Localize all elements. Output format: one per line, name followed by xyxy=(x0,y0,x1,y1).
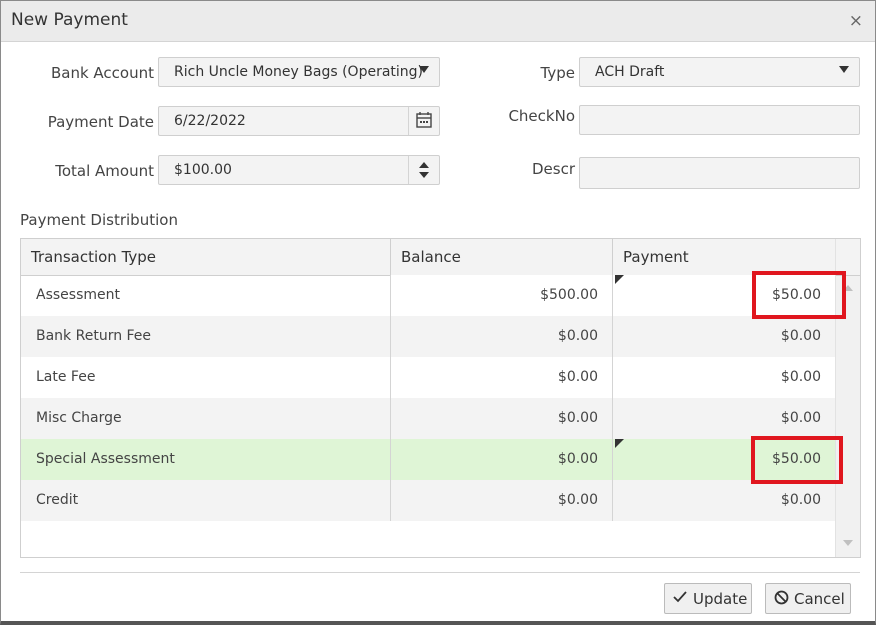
new-payment-dialog: New Payment × Bank Account Rich Uncle Mo… xyxy=(0,0,876,625)
transaction-type-cell: Assessment xyxy=(21,275,391,316)
checkno-label: CheckNo xyxy=(508,107,575,125)
transaction-type-cell: Late Fee xyxy=(21,357,391,398)
scroll-down-icon[interactable] xyxy=(843,540,853,546)
dirty-flag-icon xyxy=(615,439,624,448)
table-row[interactable]: Credit $0.00 $0.00 xyxy=(21,480,835,521)
payment-distribution-grid: Transaction Type Balance Payment Assessm… xyxy=(20,238,861,558)
annotation-highlight-box xyxy=(752,271,846,319)
descr-input[interactable] xyxy=(579,157,860,189)
table-row[interactable]: Bank Return Fee $0.00 $0.00 xyxy=(21,316,835,357)
transaction-type-cell: Credit xyxy=(21,480,391,521)
table-row[interactable]: Late Fee $0.00 $0.00 xyxy=(21,357,835,398)
bank-account-value: Rich Uncle Money Bags (Operating) xyxy=(174,64,424,80)
column-header-balance[interactable]: Balance xyxy=(391,239,613,275)
total-amount-input[interactable]: $100.00 xyxy=(158,155,440,185)
transaction-type-cell: Bank Return Fee xyxy=(21,316,391,357)
cancel-button-label: Cancel xyxy=(794,590,845,608)
balance-cell: $0.00 xyxy=(391,398,613,439)
update-button[interactable]: Update xyxy=(664,583,752,614)
transaction-type-cell: Misc Charge xyxy=(21,398,391,439)
column-header-payment[interactable]: Payment xyxy=(613,239,835,275)
payment-date-input[interactable]: 6/22/2022 xyxy=(158,106,440,136)
check-icon xyxy=(673,590,687,608)
update-button-label: Update xyxy=(693,590,748,608)
payment-date-label: Payment Date xyxy=(47,113,154,131)
descr-label: Descr xyxy=(531,160,575,178)
payment-distribution-label: Payment Distribution xyxy=(20,211,178,229)
payment-cell[interactable]: $0.00 xyxy=(613,357,835,398)
column-header-transaction-type[interactable]: Transaction Type xyxy=(21,239,391,275)
balance-cell: $0.00 xyxy=(391,357,613,398)
payment-date-value: 6/22/2022 xyxy=(174,113,246,129)
type-label: Type xyxy=(540,64,575,82)
table-row[interactable]: Misc Charge $0.00 $0.00 xyxy=(21,398,835,439)
total-amount-value: $100.00 xyxy=(174,162,232,178)
type-select[interactable]: ACH Draft xyxy=(579,57,860,87)
table-row[interactable]: Assessment $500.00 $50.00 xyxy=(21,275,835,316)
spin-down-icon[interactable] xyxy=(419,172,429,178)
total-amount-label: Total Amount xyxy=(55,162,154,180)
dialog-title: New Payment xyxy=(11,10,128,30)
chevron-down-icon xyxy=(419,66,429,73)
annotation-highlight-box xyxy=(751,436,843,484)
footer-divider xyxy=(20,572,860,573)
bank-account-select[interactable]: Rich Uncle Money Bags (Operating) xyxy=(158,57,440,87)
spin-up-icon[interactable] xyxy=(419,162,429,168)
payment-cell[interactable]: $0.00 xyxy=(613,480,835,521)
dialog-titlebar: New Payment × xyxy=(1,1,875,42)
ban-icon xyxy=(774,590,789,609)
dirty-flag-icon xyxy=(615,275,624,284)
amount-spinner[interactable] xyxy=(408,156,439,184)
grid-header: Transaction Type Balance Payment xyxy=(21,239,835,276)
calendar-icon[interactable] xyxy=(408,107,439,135)
payment-cell[interactable]: $0.00 xyxy=(613,398,835,439)
type-value: ACH Draft xyxy=(595,64,665,80)
payment-cell[interactable]: $0.00 xyxy=(613,316,835,357)
balance-cell: $0.00 xyxy=(391,439,613,480)
balance-cell: $500.00 xyxy=(391,275,613,316)
chevron-down-icon xyxy=(839,66,849,73)
cancel-button[interactable]: Cancel xyxy=(765,583,851,614)
close-icon[interactable]: × xyxy=(849,11,863,31)
balance-cell: $0.00 xyxy=(391,480,613,521)
balance-cell: $0.00 xyxy=(391,316,613,357)
transaction-type-cell: Special Assessment xyxy=(21,439,391,480)
table-row-selected[interactable]: Special Assessment $0.00 $50.00 xyxy=(21,439,835,480)
bank-account-label: Bank Account xyxy=(50,64,154,82)
checkno-input[interactable] xyxy=(579,105,860,135)
